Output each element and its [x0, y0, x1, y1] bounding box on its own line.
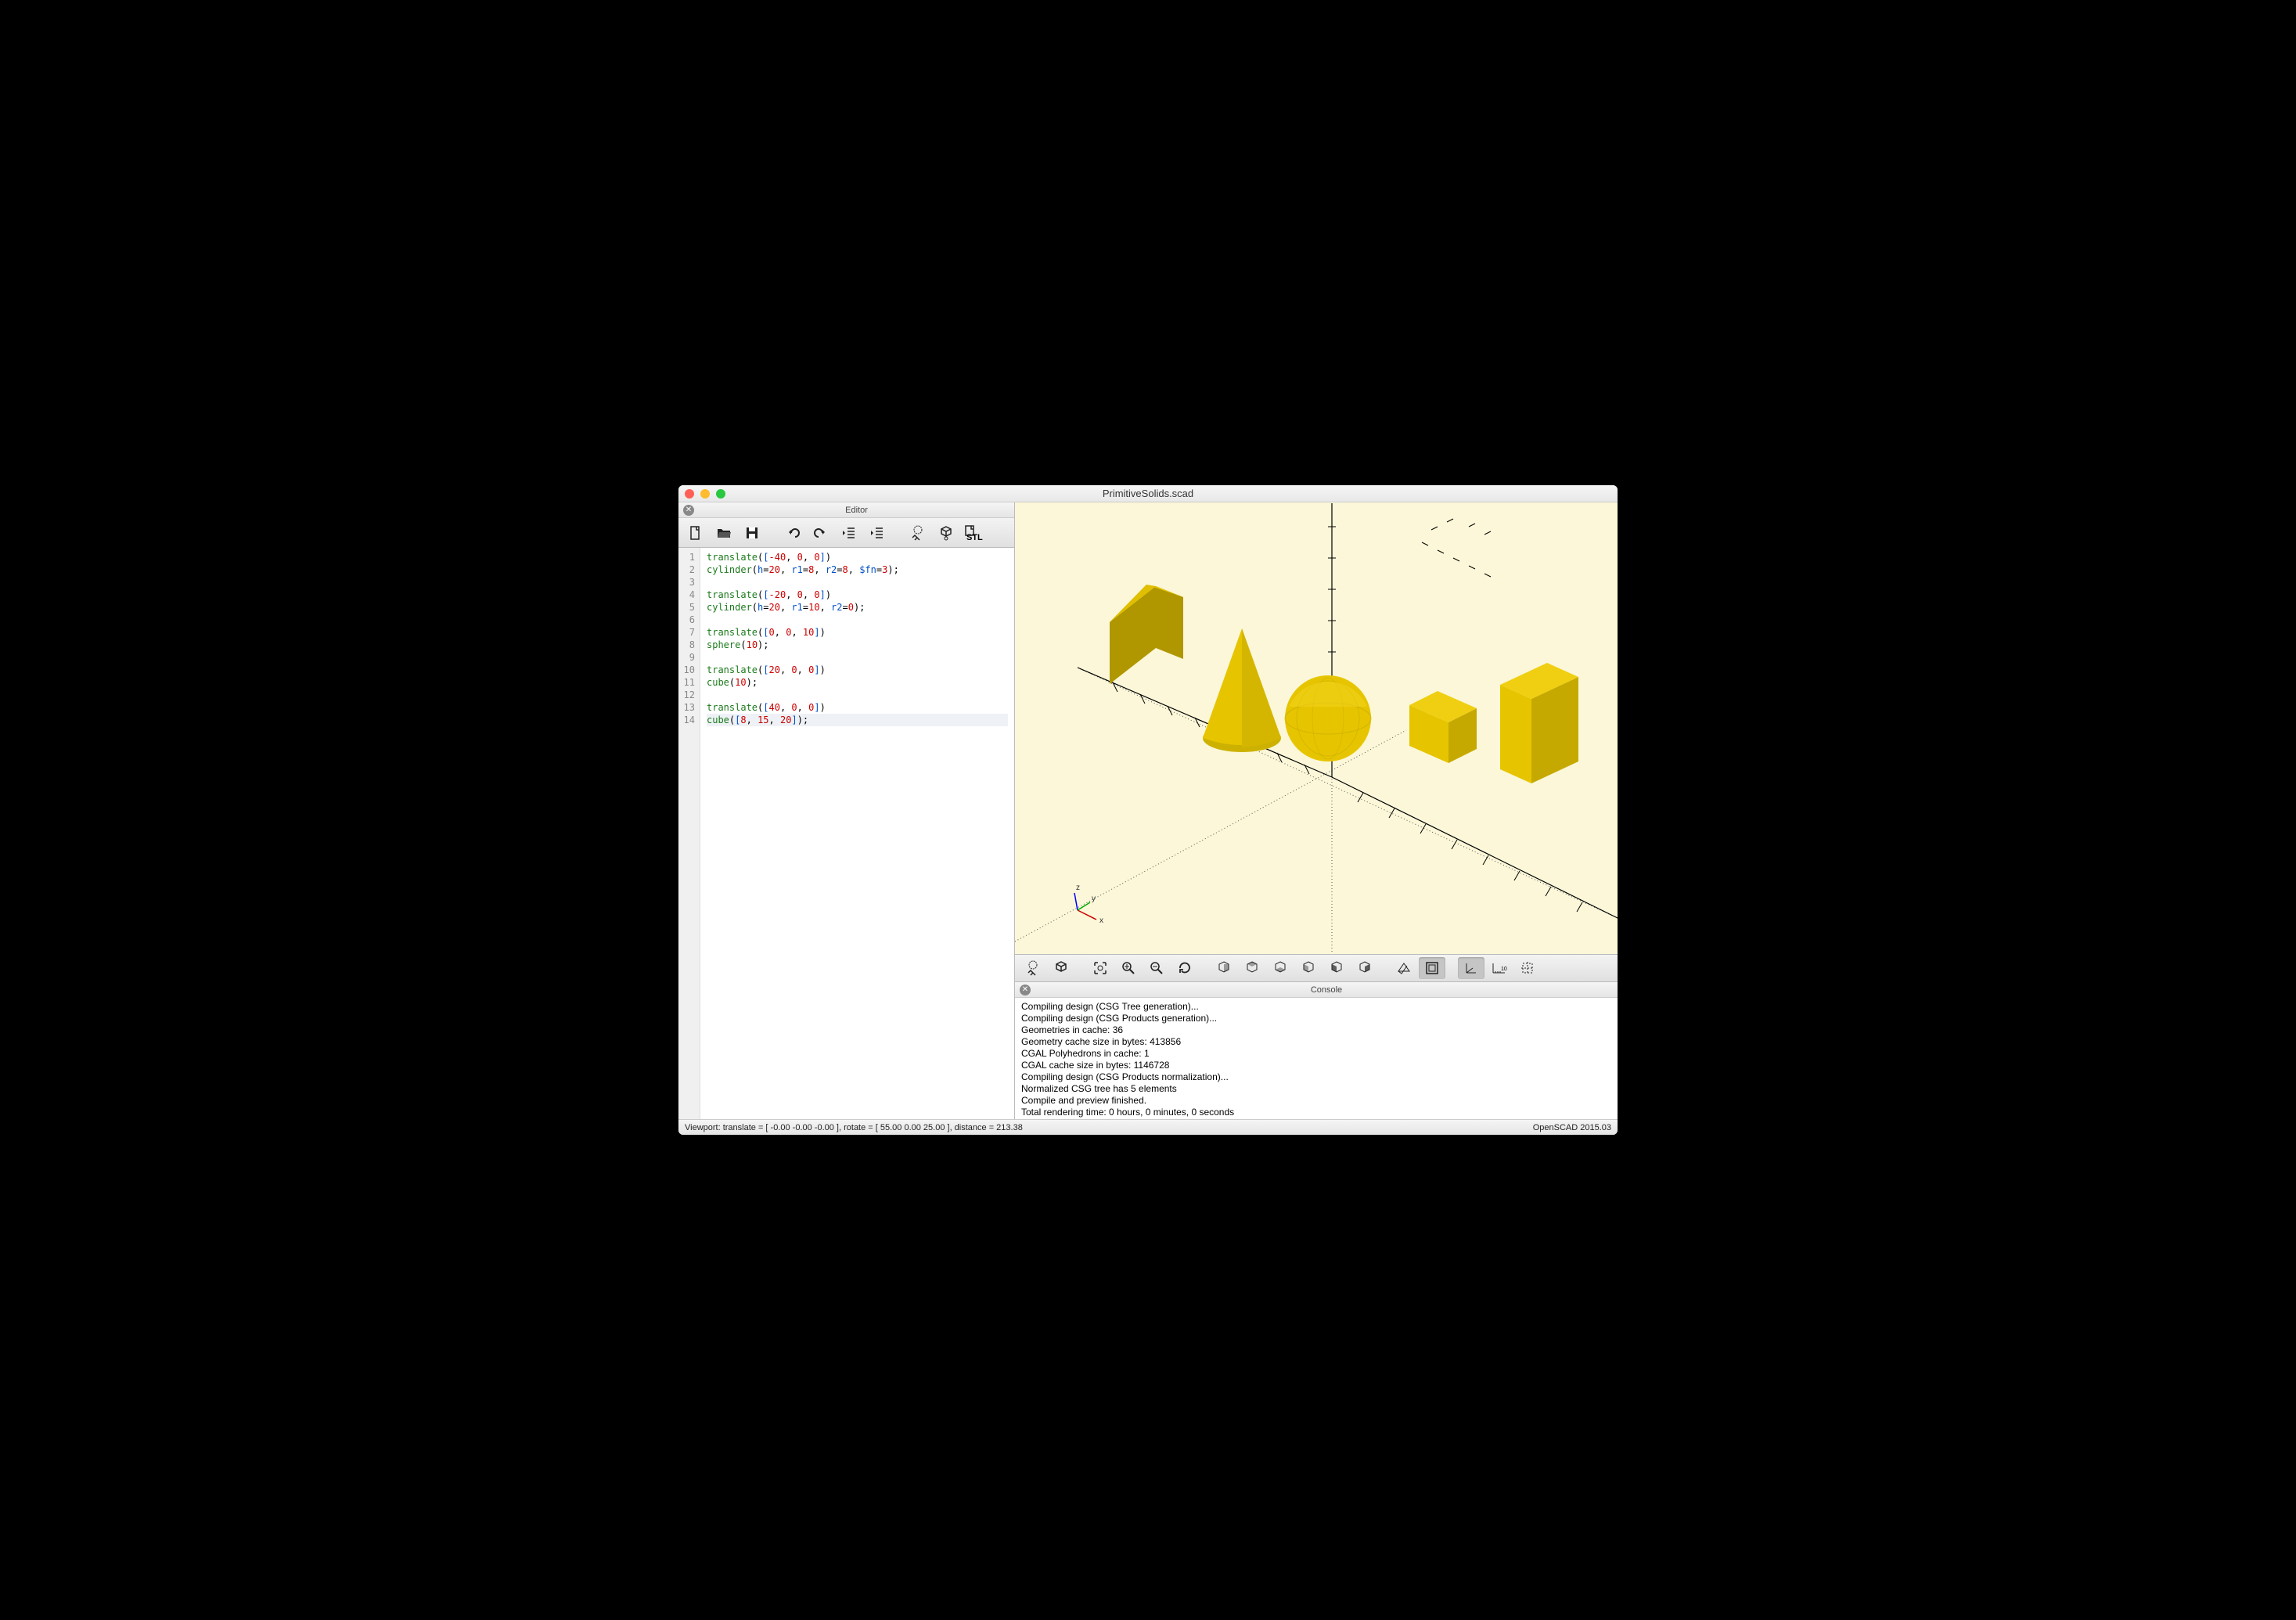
view-toolbar: 10	[1015, 954, 1618, 982]
export-stl-button[interactable]: STL	[962, 522, 987, 544]
view-right-button[interactable]	[1211, 957, 1237, 979]
code-line[interactable]: translate([40, 0, 0])	[707, 701, 1008, 714]
console-panel-header: ✕ Console	[1015, 982, 1618, 998]
render-button[interactable]	[934, 522, 959, 544]
code-line[interactable]: cylinder(h=20, r1=8, r2=8, $fn=3);	[707, 563, 1008, 576]
reset-view-button[interactable]	[1171, 957, 1198, 979]
close-window-button[interactable]	[685, 489, 694, 499]
code-line[interactable]: translate([-20, 0, 0])	[707, 589, 1008, 601]
code-line[interactable]	[707, 614, 1008, 626]
editor-panel: ✕ Editor STL 1234567891011121314 transla…	[678, 502, 1015, 1119]
console-panel: ✕ Console Compiling design (CSG Tree gen…	[1015, 982, 1618, 1119]
svg-text:STL: STL	[966, 533, 983, 542]
code-line[interactable]: sphere(10);	[707, 639, 1008, 651]
new-file-button[interactable]	[683, 522, 708, 544]
editor-toolbar: STL	[678, 518, 1014, 548]
show-scale-button[interactable]: 10	[1486, 957, 1513, 979]
undo-button[interactable]	[780, 522, 805, 544]
show-axes-button[interactable]	[1458, 957, 1484, 979]
console-line: Geometries in cache: 36	[1021, 1024, 1611, 1036]
maximize-window-button[interactable]	[716, 489, 725, 499]
status-viewport-info: Viewport: translate = [ -0.00 -0.00 -0.0…	[685, 1123, 1023, 1132]
window-title: PrimitiveSolids.scad	[678, 488, 1618, 499]
view-diagonal-button[interactable]	[1391, 957, 1417, 979]
code-line[interactable]: cylinder(h=20, r1=10, r2=0);	[707, 601, 1008, 614]
right-pane: x y z	[1015, 502, 1618, 1119]
show-crosshairs-button[interactable]	[1514, 957, 1541, 979]
view-all-button[interactable]	[1087, 957, 1114, 979]
code-line[interactable]: translate([0, 0, 10])	[707, 626, 1008, 639]
line-gutter: 1234567891011121314	[678, 548, 700, 1119]
axis-z-label: z	[1076, 884, 1080, 892]
console-output[interactable]: Compiling design (CSG Tree generation)..…	[1015, 998, 1618, 1119]
code-line[interactable]	[707, 689, 1008, 701]
axis-x-label: x	[1099, 916, 1103, 925]
minimize-window-button[interactable]	[700, 489, 710, 499]
view-back-button[interactable]	[1351, 957, 1378, 979]
code-line[interactable]: translate([20, 0, 0])	[707, 664, 1008, 676]
3d-viewport[interactable]: x y z	[1015, 502, 1618, 954]
view-left-button[interactable]	[1295, 957, 1322, 979]
code-line[interactable]: cube(10);	[707, 676, 1008, 689]
perspective-toggle-button[interactable]	[1419, 957, 1445, 979]
preview-view-button[interactable]	[1020, 957, 1046, 979]
preview-button[interactable]	[905, 522, 930, 544]
svg-text:10: 10	[1501, 967, 1507, 972]
console-line: Total rendering time: 0 hours, 0 minutes…	[1021, 1107, 1611, 1118]
indent-button[interactable]	[865, 522, 890, 544]
status-app-version: OpenSCAD 2015.03	[1533, 1123, 1611, 1132]
editor-panel-header: ✕ Editor	[678, 502, 1014, 518]
console-line: Compiling design (CSG Tree generation)..…	[1021, 1001, 1611, 1013]
console-line: CGAL Polyhedrons in cache: 1	[1021, 1048, 1611, 1060]
code-line[interactable]: translate([-40, 0, 0])	[707, 551, 1008, 563]
app-window: PrimitiveSolids.scad ✕ Editor STL	[678, 485, 1618, 1135]
console-line: Normalized CSG tree has 5 elements	[1021, 1083, 1611, 1095]
zoom-out-button[interactable]	[1143, 957, 1170, 979]
console-line: CGAL cache size in bytes: 1146728	[1021, 1060, 1611, 1071]
console-close-button[interactable]: ✕	[1020, 985, 1031, 995]
console-line: Compiling design (CSG Products normaliza…	[1021, 1071, 1611, 1083]
code-area[interactable]: translate([-40, 0, 0])cylinder(h=20, r1=…	[700, 548, 1014, 1119]
view-top-button[interactable]	[1239, 957, 1265, 979]
open-file-button[interactable]	[711, 522, 736, 544]
editor-panel-title: Editor	[699, 506, 1014, 515]
code-editor[interactable]: 1234567891011121314 translate([-40, 0, 0…	[678, 548, 1014, 1119]
render-view-button[interactable]	[1048, 957, 1074, 979]
save-file-button[interactable]	[740, 522, 765, 544]
titlebar[interactable]: PrimitiveSolids.scad	[678, 485, 1618, 502]
editor-close-button[interactable]: ✕	[683, 505, 694, 516]
unindent-button[interactable]	[837, 522, 862, 544]
console-line: Compile and preview finished.	[1021, 1095, 1611, 1107]
code-line[interactable]	[707, 576, 1008, 589]
view-front-button[interactable]	[1323, 957, 1350, 979]
code-line[interactable]	[707, 651, 1008, 664]
status-bar: Viewport: translate = [ -0.00 -0.00 -0.0…	[678, 1119, 1618, 1135]
console-panel-title: Console	[1035, 985, 1618, 995]
redo-button[interactable]	[808, 522, 833, 544]
view-bottom-button[interactable]	[1267, 957, 1294, 979]
console-line: Geometry cache size in bytes: 413856	[1021, 1036, 1611, 1048]
code-line[interactable]: cube([8, 15, 20]);	[707, 714, 1008, 726]
zoom-in-button[interactable]	[1115, 957, 1142, 979]
axis-y-label: y	[1092, 895, 1096, 903]
console-line: Compiling design (CSG Products generatio…	[1021, 1013, 1611, 1024]
